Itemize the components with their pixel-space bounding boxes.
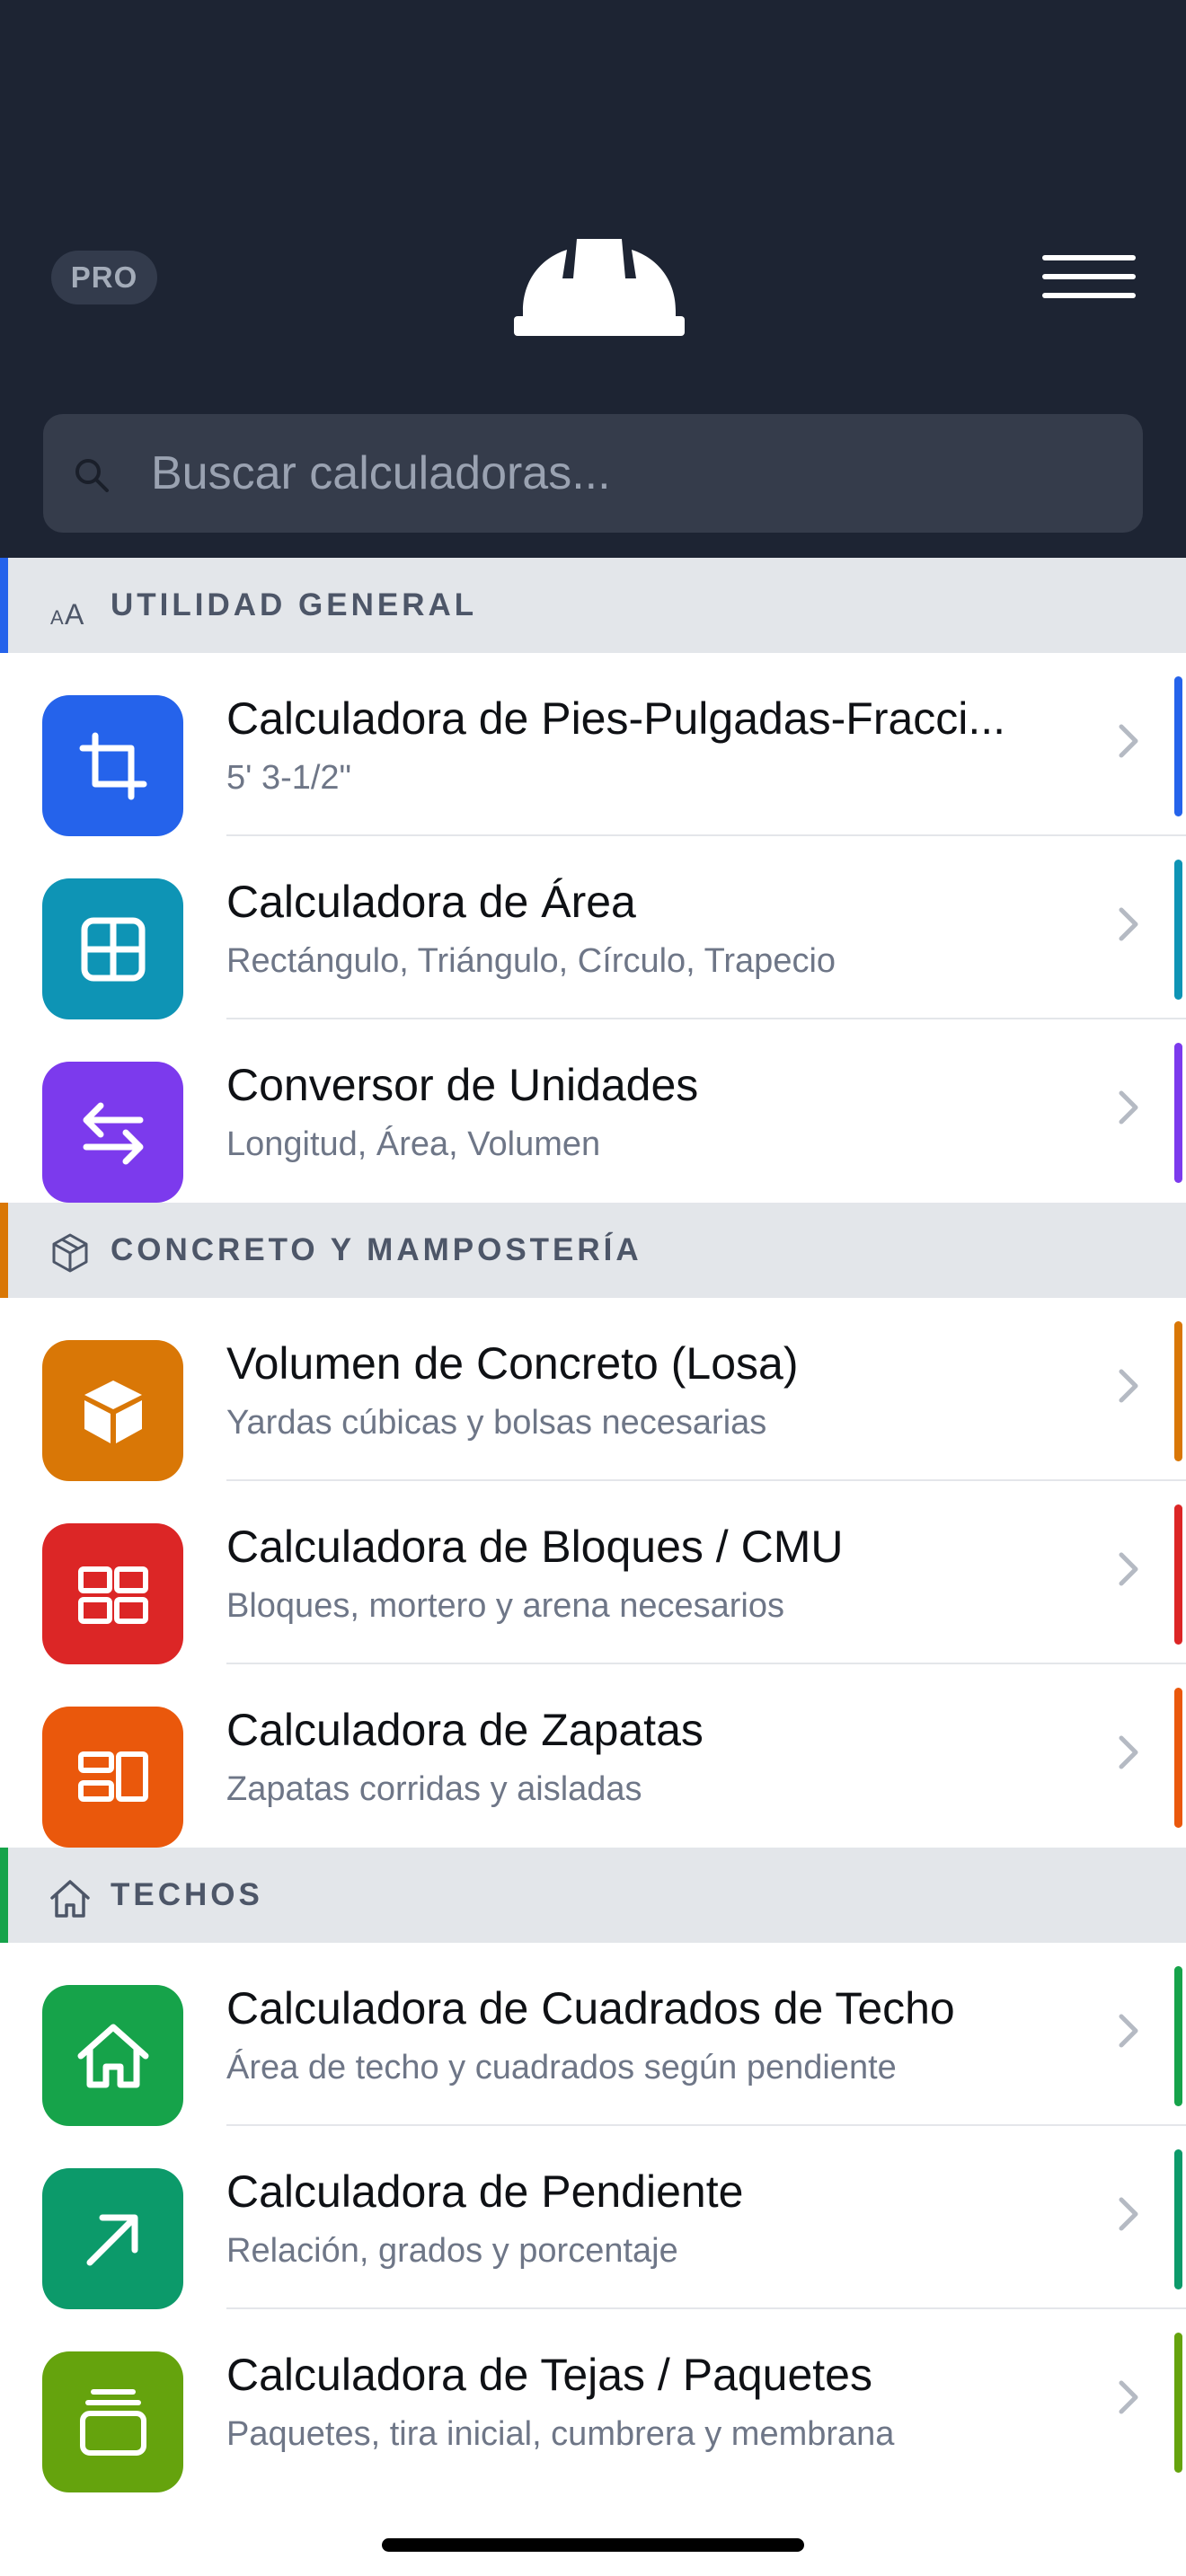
chevron-right-icon <box>1119 2014 1138 2048</box>
chevron-right-icon <box>1119 2380 1138 2414</box>
item-accent-bar <box>1174 2333 1182 2473</box>
section-title: UTILIDAD GENERAL <box>111 587 478 622</box>
search-icon <box>75 459 109 492</box>
section-header-concreto-mamposteria: CONCRETO Y MAMPOSTERÍA <box>0 1203 1186 1298</box>
box-icon <box>42 1340 183 1481</box>
item-accent-bar <box>1174 1966 1182 2106</box>
item-subtitle: Longitud, Área, Volumen <box>226 1125 601 1163</box>
item-title: Conversor de Unidades <box>226 1060 699 1110</box>
list-item-unit-converter[interactable]: Conversor de Unidades Longitud, Área, Vo… <box>0 1019 1186 1203</box>
arrows-swap-icon <box>42 1062 183 1203</box>
list-item-shingles-calculator[interactable]: Calculadora de Tejas / Paquetes Paquetes… <box>0 2309 1186 2492</box>
svg-text:A: A <box>65 598 84 630</box>
pro-badge[interactable]: PRO <box>51 251 157 304</box>
home-indicator[interactable] <box>382 2538 804 2552</box>
grid-icon <box>42 878 183 1019</box>
section-accent-bar <box>0 1203 8 1298</box>
crop-icon <box>42 695 183 836</box>
item-subtitle: Yardas cúbicas y bolsas necesarias <box>226 1404 767 1442</box>
section-accent-bar <box>0 558 8 653</box>
house-icon <box>42 1985 183 2126</box>
item-title: Calculadora de Bloques / CMU <box>226 1522 844 1572</box>
chevron-right-icon <box>1119 2197 1138 2231</box>
item-accent-bar <box>1174 860 1182 1000</box>
svg-text:A: A <box>50 606 64 629</box>
item-subtitle: Paquetes, tira inicial, cumbrera y membr… <box>226 2415 895 2453</box>
item-title: Calculadora de Pies-Pulgadas-Fracci... <box>226 693 1006 744</box>
item-subtitle: Rectángulo, Triángulo, Círculo, Trapecio <box>226 942 836 980</box>
list-item-roof-squares-calculator[interactable]: Calculadora de Cuadrados de Techo Área d… <box>0 1943 1186 2126</box>
cube-icon <box>52 1233 88 1273</box>
chevron-right-icon <box>1119 1552 1138 1586</box>
item-accent-bar <box>1174 1688 1182 1828</box>
item-title: Calculadora de Pendiente <box>226 2166 744 2217</box>
item-title: Calculadora de Zapatas <box>226 1705 704 1755</box>
arrow-up-right-icon <box>42 2168 183 2309</box>
item-title: Calculadora de Tejas / Paquetes <box>226 2350 872 2400</box>
list-item-footing-calculator[interactable]: Calculadora de Zapatas Zapatas corridas … <box>0 1664 1186 1848</box>
hard-hat-icon <box>514 239 685 336</box>
text-size-icon: A A <box>50 598 84 630</box>
chevron-right-icon <box>1119 724 1138 758</box>
list-item-concrete-volume[interactable]: Volumen de Concreto (Losa) Yardas cúbica… <box>0 1298 1186 1481</box>
section-accent-bar <box>0 1848 8 1943</box>
chevron-right-icon <box>1119 1735 1138 1769</box>
item-subtitle: Área de techo y cuadrados según pendient… <box>226 2049 897 2086</box>
item-subtitle: 5' 3-1/2" <box>226 759 352 797</box>
hamburger-menu-icon[interactable] <box>1042 251 1136 302</box>
item-accent-bar <box>1174 1043 1182 1183</box>
item-title: Calculadora de Área <box>226 877 636 927</box>
item-accent-bar <box>1174 2149 1182 2289</box>
layers-icon <box>42 2351 183 2492</box>
item-title: Volumen de Concreto (Losa) <box>226 1338 799 1389</box>
chevron-right-icon <box>1119 1090 1138 1125</box>
item-subtitle: Zapatas corridas y aisladas <box>226 1770 642 1808</box>
section-title: TECHOS <box>111 1877 263 1912</box>
chevron-right-icon <box>1119 1369 1138 1403</box>
search-input[interactable] <box>151 414 1121 533</box>
chevron-right-icon <box>1119 907 1138 941</box>
list-item-area-calculator[interactable]: Calculadora de Área Rectángulo, Triángul… <box>0 836 1186 1019</box>
item-accent-bar <box>1174 1504 1182 1645</box>
item-accent-bar <box>1174 1321 1182 1461</box>
section-header-utilidad-general: A A UTILIDAD GENERAL <box>0 558 1186 653</box>
list-item-pitch-calculator[interactable]: Calculadora de Pendiente Relación, grado… <box>0 2126 1186 2309</box>
app-header: PRO <box>0 0 1186 558</box>
search-bar[interactable] <box>43 414 1143 533</box>
house-icon <box>50 1880 90 1918</box>
item-subtitle: Bloques, mortero y arena necesarios <box>226 1587 784 1625</box>
item-subtitle: Relación, grados y porcentaje <box>226 2232 678 2270</box>
list-item-feet-inches-calculator[interactable]: Calculadora de Pies-Pulgadas-Fracci... 5… <box>0 653 1186 836</box>
section-title: CONCRETO Y MAMPOSTERÍA <box>111 1232 642 1267</box>
item-title: Calculadora de Cuadrados de Techo <box>226 1983 955 2033</box>
item-accent-bar <box>1174 676 1182 816</box>
footing-icon <box>42 1707 183 1848</box>
list-item-block-cmu-calculator[interactable]: Calculadora de Bloques / CMU Bloques, mo… <box>0 1481 1186 1664</box>
blocks-icon <box>42 1523 183 1664</box>
section-header-techos: TECHOS <box>0 1848 1186 1943</box>
